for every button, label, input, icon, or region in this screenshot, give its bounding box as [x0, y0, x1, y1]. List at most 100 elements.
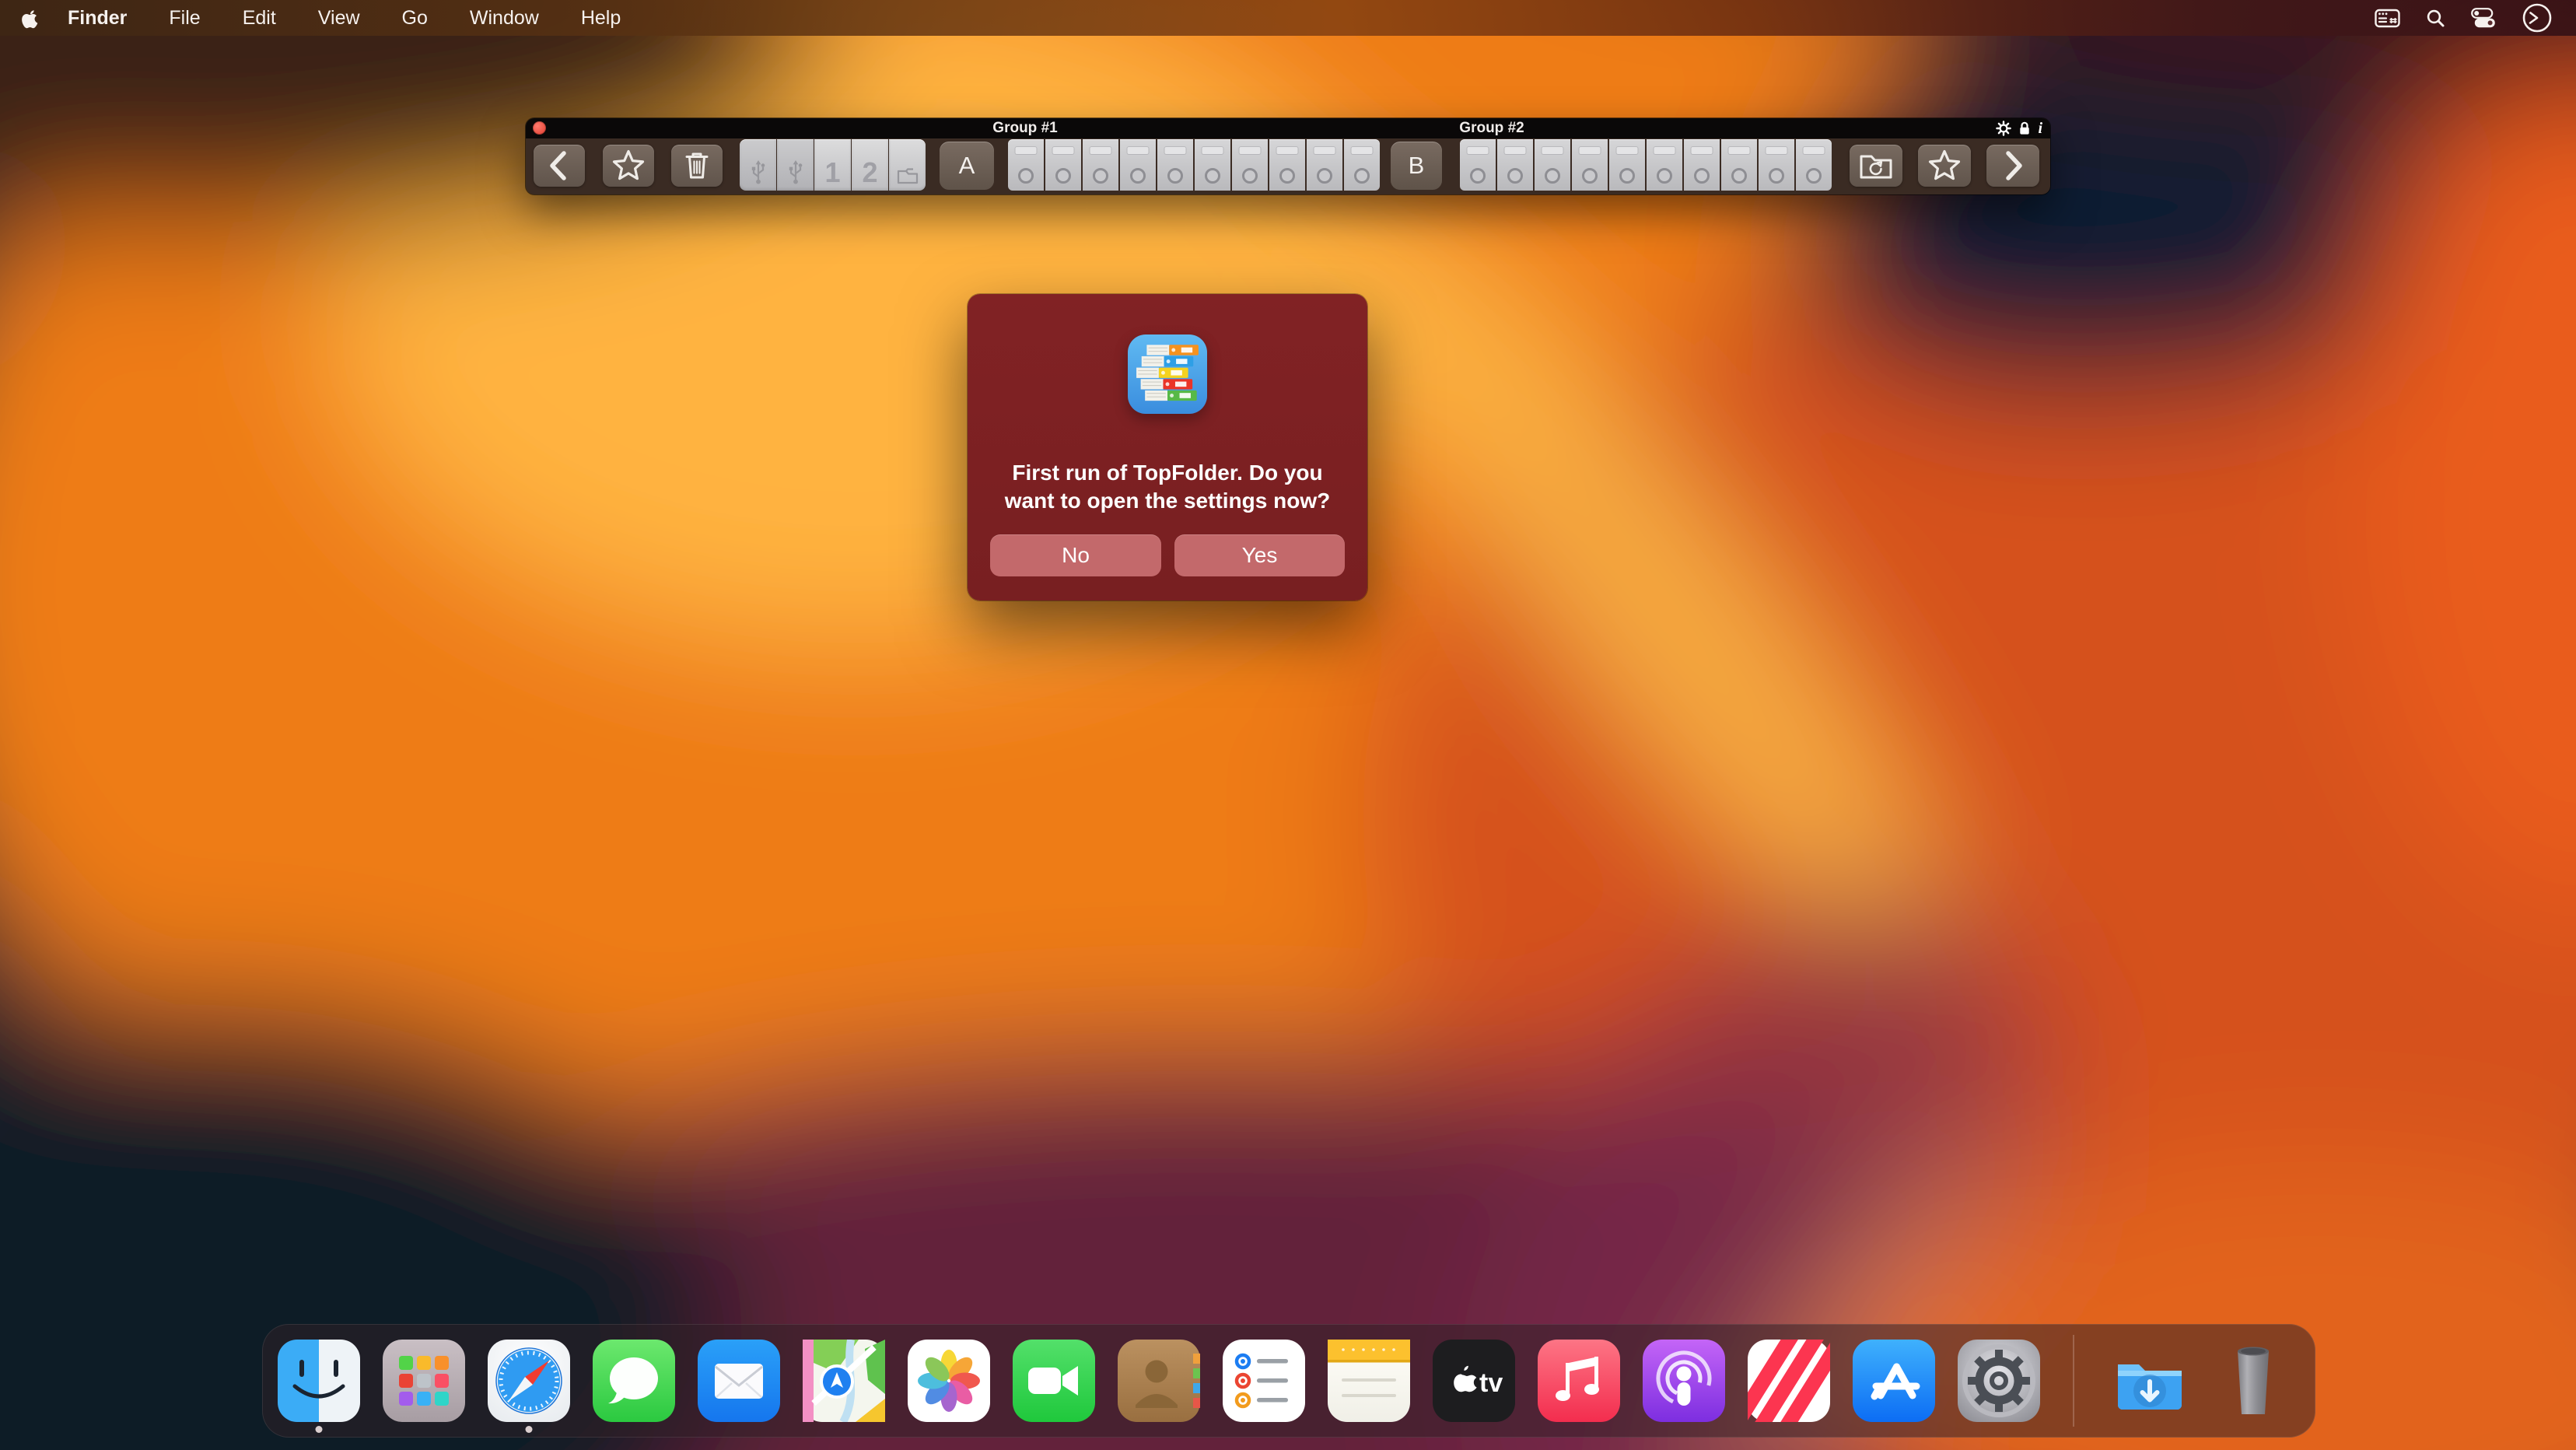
trash-button[interactable] [671, 145, 723, 187]
dock-item-trash[interactable] [2212, 1340, 2294, 1422]
app-store-icon [1853, 1340, 1935, 1422]
clock-icon[interactable] [2522, 2, 2553, 33]
folder-slot-button[interactable] [1759, 139, 1794, 191]
running-indicator [316, 1426, 323, 1433]
folder-slot-button[interactable] [1195, 139, 1230, 191]
downloads-folder-icon [2107, 1340, 2189, 1422]
gear-icon[interactable] [1996, 121, 2011, 136]
folder-slot-button[interactable] [1721, 139, 1757, 191]
menu-item-finder[interactable]: Finder [68, 0, 127, 36]
folder-slot-button[interactable] [1008, 139, 1044, 191]
folder-slot-button[interactable] [1157, 139, 1193, 191]
dock-item-news[interactable] [1748, 1340, 1830, 1422]
dock-item-tv[interactable]: tv [1433, 1340, 1515, 1422]
slot-circle [1507, 168, 1523, 184]
dock-item-maps[interactable] [803, 1340, 885, 1422]
folder-slot-button[interactable] [1647, 139, 1682, 191]
group-a-label: A [959, 152, 975, 180]
menu-item-edit[interactable]: Edit [243, 0, 276, 36]
folder-slot-button[interactable] [1269, 139, 1305, 191]
folder-slot-button[interactable] [1684, 139, 1720, 191]
menu-item-file[interactable]: File [169, 0, 200, 36]
dock-item-downloads[interactable] [2107, 1340, 2189, 1422]
group-b-key[interactable]: B [1391, 142, 1442, 190]
dock-item-contacts[interactable] [1118, 1340, 1200, 1422]
titlebar-icons: i [1996, 118, 2042, 138]
dock-item-app-store[interactable] [1853, 1340, 1935, 1422]
menu-item-go[interactable]: Go [402, 0, 428, 36]
svg-text:tv: tv [1479, 1368, 1503, 1398]
input-source-icon[interactable] [2375, 9, 2400, 28]
folder-slot-button[interactable] [1497, 139, 1533, 191]
folder-slot-button[interactable] [1460, 139, 1496, 191]
slot-label [1277, 147, 1298, 154]
apple-menu[interactable] [21, 8, 38, 29]
numbered-key-1[interactable]: 1 [814, 139, 851, 191]
topfolder-app-icon [1128, 334, 1207, 414]
folder-slot-button[interactable] [1344, 139, 1380, 191]
group2-title: Group #2 [1459, 120, 1524, 137]
folder-slot-button[interactable] [1045, 139, 1081, 191]
slot-label [1617, 147, 1638, 154]
folder-slot-button[interactable] [1572, 139, 1608, 191]
slot-circle [1470, 168, 1486, 184]
dock-item-podcasts[interactable] [1643, 1340, 1725, 1422]
yes-button[interactable]: Yes [1174, 534, 1345, 576]
dock-item-finder[interactable] [278, 1340, 360, 1422]
dock-item-safari[interactable] [488, 1340, 570, 1422]
numbered-key-2[interactable]: 2 [852, 139, 888, 191]
facetime-icon [1013, 1340, 1095, 1422]
safari-icon [488, 1340, 570, 1422]
dock-item-mail[interactable] [698, 1340, 780, 1422]
slot-label [1053, 147, 1074, 154]
folder-slot-button[interactable] [1083, 139, 1118, 191]
usb-device-key[interactable] [740, 139, 776, 191]
dock-divider [2073, 1335, 2074, 1427]
slot-circle [1167, 168, 1183, 184]
favorites-button[interactable] [603, 145, 654, 187]
star-icon [1919, 145, 1970, 187]
slot-label [1314, 147, 1335, 154]
folder-slot-button[interactable] [1535, 139, 1570, 191]
folder-slot-button[interactable] [1609, 139, 1645, 191]
folder-icon [896, 166, 919, 185]
binders-stack-icon [1128, 334, 1207, 414]
no-button[interactable]: No [990, 534, 1161, 576]
photos-icon [908, 1340, 990, 1422]
usb-icon [787, 159, 804, 185]
usb-device-key[interactable] [777, 139, 814, 191]
control-center-icon[interactable] [2471, 8, 2496, 28]
group-a-key[interactable]: A [940, 142, 994, 190]
folder-slot-button[interactable] [1307, 139, 1342, 191]
forward-button[interactable] [1986, 145, 2039, 187]
spotlight-search-icon[interactable] [2426, 9, 2445, 28]
dock-item-notes[interactable] [1328, 1340, 1410, 1422]
dock-item-reminders[interactable] [1223, 1340, 1305, 1422]
menu-item-view[interactable]: View [318, 0, 360, 36]
slot-circle [1130, 168, 1146, 184]
menu-item-help[interactable]: Help [581, 0, 621, 36]
back-button[interactable] [534, 145, 585, 187]
dock-item-photos[interactable] [908, 1340, 990, 1422]
folder-slot-button[interactable] [1796, 139, 1832, 191]
folder-key[interactable] [889, 139, 926, 191]
notes-icon [1328, 1340, 1410, 1422]
info-icon[interactable]: i [2038, 121, 2042, 136]
dock-item-launchpad[interactable] [383, 1340, 465, 1422]
dock-item-system-settings[interactable] [1958, 1340, 2040, 1422]
dock-item-facetime[interactable] [1013, 1340, 1095, 1422]
window-titlebar[interactable]: Group #1 Group #2 i [526, 118, 2050, 138]
folder-slot-button[interactable] [1120, 139, 1156, 191]
lock-icon[interactable] [2018, 121, 2031, 136]
close-button[interactable] [533, 121, 546, 135]
key-digit: 2 [862, 160, 877, 185]
slot-circle [1731, 168, 1747, 184]
menu-item-window[interactable]: Window [470, 0, 539, 36]
folder-history-button[interactable] [1850, 145, 1902, 187]
slot-circle [1769, 168, 1784, 184]
dock-item-messages[interactable] [593, 1340, 675, 1422]
folder-slot-button[interactable] [1232, 139, 1268, 191]
dock-item-music[interactable] [1538, 1340, 1620, 1422]
favorites-button-right[interactable] [1918, 145, 1971, 187]
trash-icon [671, 145, 723, 187]
